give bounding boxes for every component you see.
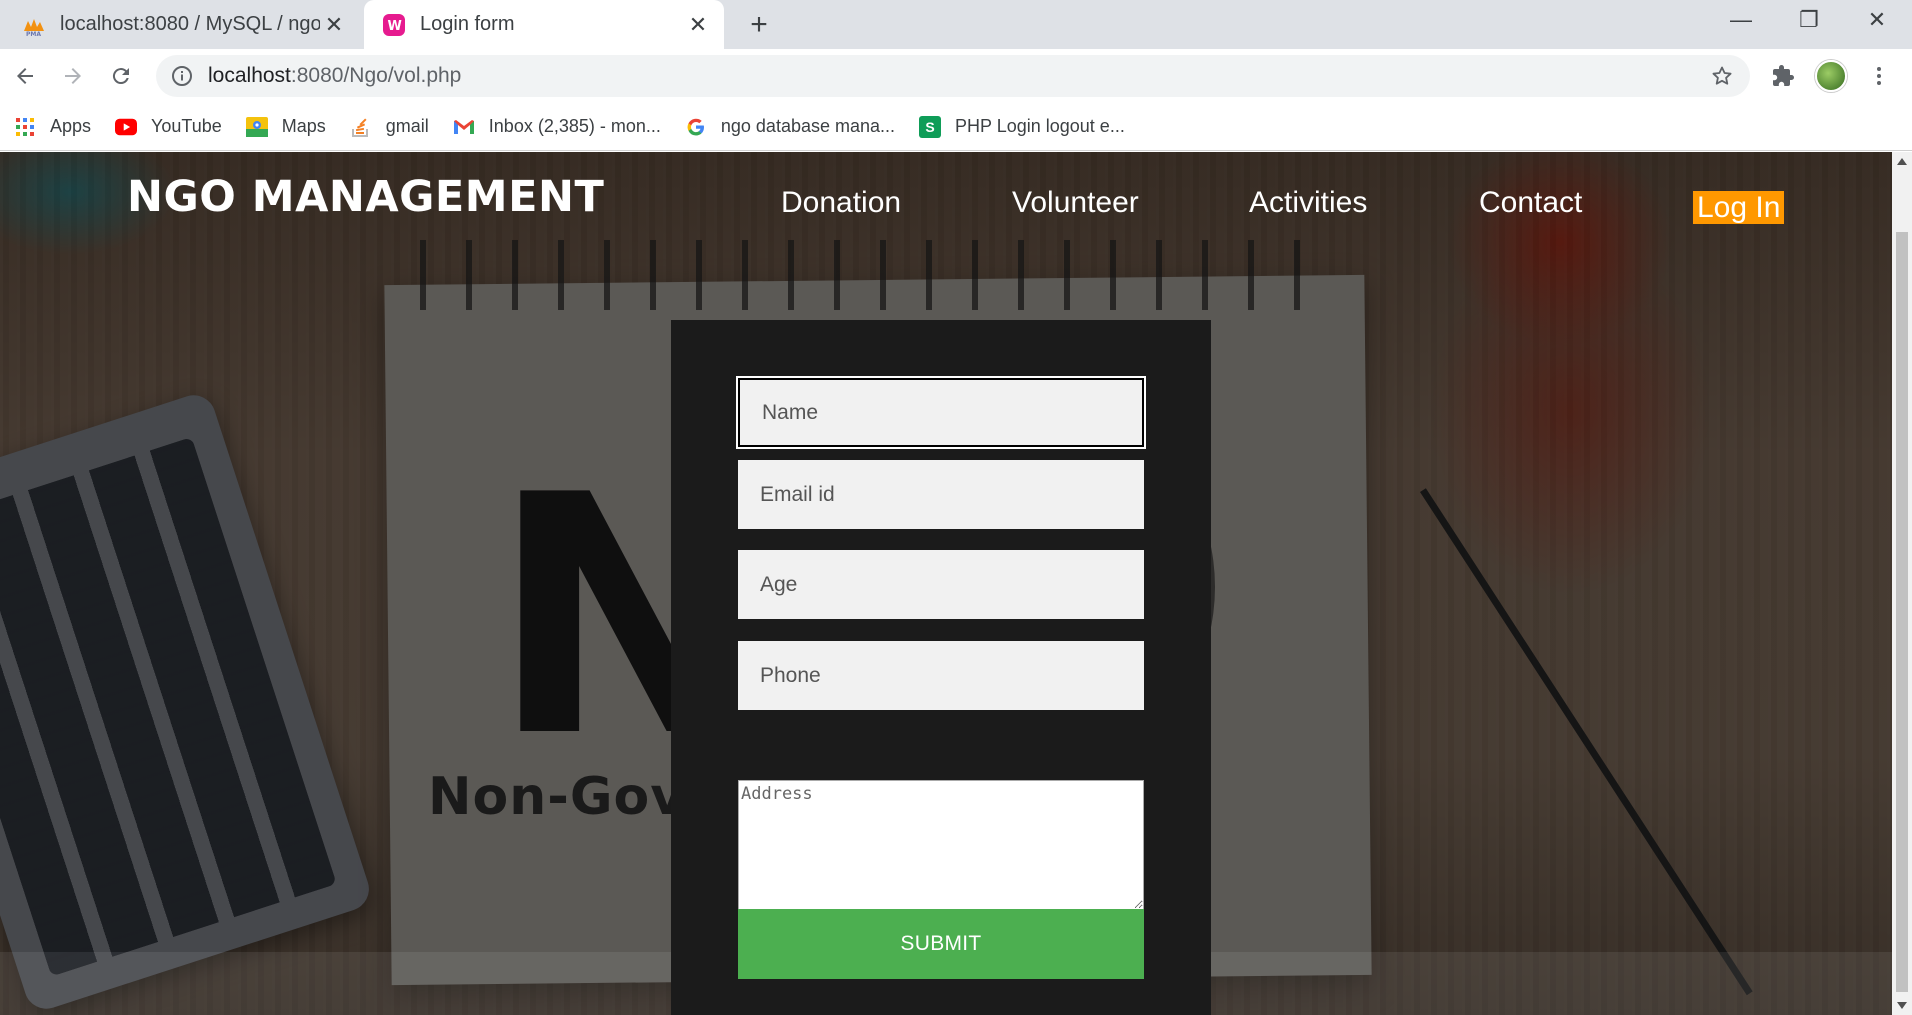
sheets-icon: S xyxy=(919,115,942,138)
address-bar[interactable]: localhost:8080/Ngo/vol.php xyxy=(156,55,1750,97)
kebab-menu-icon xyxy=(1877,67,1881,85)
restore-button[interactable]: ❐ xyxy=(1775,0,1843,40)
svg-text:PMA: PMA xyxy=(26,31,41,37)
bookmark-youtube[interactable]: YouTube xyxy=(115,116,222,138)
bookmark-label: YouTube xyxy=(151,116,222,136)
minimize-button[interactable]: — xyxy=(1707,0,1775,40)
tab-login-form[interactable]: W Login form ✕ xyxy=(364,0,724,49)
email-field[interactable] xyxy=(738,460,1144,529)
nav-volunteer[interactable]: Volunteer xyxy=(1012,186,1139,220)
maps-icon xyxy=(245,116,268,138)
arrow-right-icon xyxy=(65,68,81,84)
page-scrollbar[interactable] xyxy=(1892,152,1912,1015)
new-tab-button[interactable]: + xyxy=(742,8,776,42)
puzzle-icon xyxy=(1773,65,1794,86)
nav-activities[interactable]: Activities xyxy=(1249,186,1367,220)
scrollbar-thumb[interactable] xyxy=(1896,232,1908,992)
bookmark-label: ngo database mana... xyxy=(720,116,896,136)
svg-text:W: W xyxy=(388,19,402,34)
info-icon[interactable] xyxy=(170,64,194,88)
tab-title: Login form xyxy=(420,13,515,35)
bookmark-php-login[interactable]: S PHP Login logout e... xyxy=(919,115,1125,138)
bookmark-label: Maps xyxy=(281,116,326,136)
wamp-icon: W xyxy=(382,13,406,37)
url-text[interactable]: localhost:8080/Ngo/vol.php xyxy=(208,64,461,88)
login-link[interactable]: Log In xyxy=(1693,191,1785,224)
stackoverflow-icon xyxy=(350,116,372,138)
submit-button[interactable]: SUBMIT xyxy=(738,909,1144,979)
url-path: :8080/Ngo/vol.php xyxy=(290,64,462,87)
avatar xyxy=(1815,60,1847,92)
name-field[interactable] xyxy=(738,378,1144,447)
bookmark-maps[interactable]: Maps xyxy=(245,116,326,138)
gmail-icon xyxy=(453,116,475,138)
close-window-button[interactable]: ✕ xyxy=(1843,0,1911,40)
profile-button[interactable] xyxy=(1812,57,1850,95)
apps-grid-icon xyxy=(14,116,36,138)
bookmark-label: Apps xyxy=(50,116,92,136)
tab-strip: PMA localhost:8080 / MySQL / ngo / c ✕ W… xyxy=(0,0,1912,49)
bookmark-apps[interactable]: Apps xyxy=(14,116,91,138)
volunteer-form: SUBMIT xyxy=(671,320,1211,1015)
browser-toolbar: localhost:8080/Ngo/vol.php xyxy=(0,49,1912,103)
bookmark-star-icon[interactable] xyxy=(1710,64,1734,88)
menu-button[interactable] xyxy=(1860,57,1898,95)
tab-phpmyadmin[interactable]: PMA localhost:8080 / MySQL / ngo / c ✕ xyxy=(0,0,360,49)
bookmark-gmail[interactable]: gmail xyxy=(350,116,429,138)
forward-button[interactable] xyxy=(54,57,92,95)
google-icon xyxy=(685,116,707,138)
phpmyadmin-icon: PMA xyxy=(22,13,46,37)
bookmark-label: PHP Login logout e... xyxy=(955,116,1125,136)
age-field[interactable] xyxy=(738,550,1144,619)
arrow-left-icon xyxy=(17,68,33,84)
scroll-down-icon[interactable] xyxy=(1897,1002,1907,1009)
close-icon[interactable]: ✕ xyxy=(320,11,348,39)
nav-contact[interactable]: Contact xyxy=(1479,186,1582,220)
scroll-up-icon[interactable] xyxy=(1897,158,1907,165)
close-icon[interactable]: ✕ xyxy=(684,11,712,39)
extensions-button[interactable] xyxy=(1764,57,1802,95)
url-host: localhost xyxy=(208,64,291,87)
back-button[interactable] xyxy=(6,57,44,95)
bookmarks-bar: Apps YouTube Maps gmail Inbox (2,385) - … xyxy=(0,103,1912,151)
site-logo[interactable]: NGO MANAGEMENT xyxy=(127,172,604,222)
bookmark-inbox[interactable]: Inbox (2,385) - mon... xyxy=(453,116,661,138)
reload-button[interactable] xyxy=(102,57,140,95)
address-field[interactable] xyxy=(738,780,1144,910)
tab-title: localhost:8080 / MySQL / ngo / c xyxy=(60,13,320,35)
reload-icon xyxy=(112,68,129,85)
bookmark-label: Inbox (2,385) - mon... xyxy=(488,116,661,136)
phone-field[interactable] xyxy=(738,641,1144,710)
page-viewport: N Non-Govern ation NGO MANAGEMENT Donati… xyxy=(0,152,1892,1015)
youtube-icon xyxy=(115,116,138,138)
nav-donation[interactable]: Donation xyxy=(781,186,901,220)
bookmark-label: gmail xyxy=(385,116,429,136)
bookmark-ngo-database[interactable]: ngo database mana... xyxy=(685,116,895,138)
